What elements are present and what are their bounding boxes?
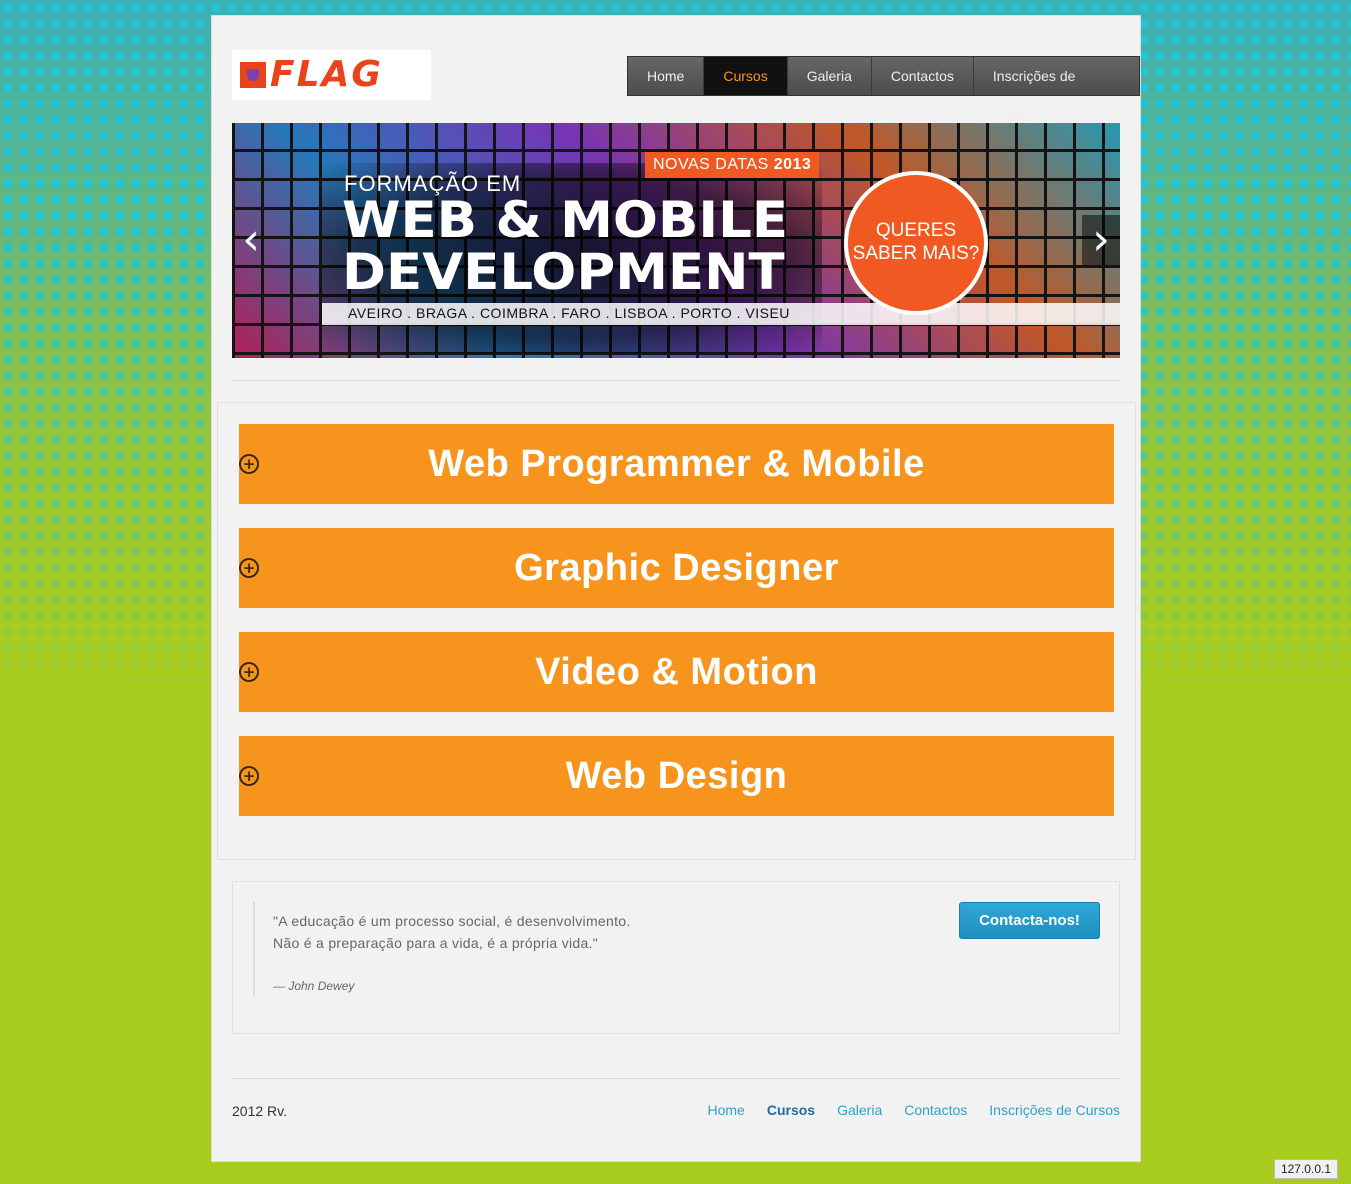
badge-prefix: NOVAS DATAS [653,156,769,173]
course-web-programmer-mobile[interactable]: + Web Programmer & Mobile [239,424,1114,504]
nav-galeria[interactable]: Galeria [787,57,872,95]
footer-navigation: Home Cursos Galeria Contactos Inscrições… [708,1102,1121,1118]
footer-link-inscricoes[interactable]: Inscrições de Cursos [989,1102,1120,1118]
footer-link-home[interactable]: Home [708,1102,745,1118]
new-dates-badge: NOVAS DATAS 2013 [645,152,820,178]
logo-text: FLAG [270,54,383,95]
divider [232,380,1120,381]
blockquote-rule [253,902,255,997]
quote-section: "A educação é um processo social, é dese… [232,881,1120,1034]
status-host-label: 127.0.0.1 [1273,1159,1338,1179]
footer-divider [232,1078,1120,1079]
footer-link-galeria[interactable]: Galeria [837,1102,882,1118]
course-title: Graphic Designer [514,547,839,589]
banner-title-line2: DEVELOPMENT [342,243,785,301]
nav-cursos[interactable]: Cursos [704,57,788,95]
quote-text: "A educação é um processo social, é dese… [273,910,631,954]
course-title: Video & Motion [535,651,818,693]
carousel-prev-icon[interactable]: ‹ [232,215,270,265]
circle-line2: SABER MAIS? [852,243,980,264]
carousel-next-icon[interactable]: › [1082,215,1120,265]
nav-contactos[interactable]: Contactos [871,57,974,95]
copyright-text: 2012 Rv. [232,1103,287,1119]
circle-line1: QUERES [875,220,957,242]
banner-cities: AVEIRO . BRAGA . COIMBRA . FARO . LISBOA… [348,305,790,321]
hero-carousel[interactable]: NOVAS DATAS 2013 FORMAÇÃO EM WEB & MOBIL… [232,123,1120,358]
nav-inscricoes[interactable]: Inscrições de Cursos [973,57,1139,122]
flag-logo[interactable]: FLAG [232,50,431,100]
badge-year: 2013 [773,156,812,173]
course-graphic-designer[interactable]: + Graphic Designer [239,528,1114,608]
footer-link-contactos[interactable]: Contactos [904,1102,967,1118]
course-video-motion[interactable]: + Video & Motion [239,632,1114,712]
quote-line1: "A educação é um processo social, é dese… [273,913,631,929]
quote-line2: Não é a preparação para a vida, é a próp… [273,935,599,951]
courses-accordion: + Web Programmer & Mobile + Graphic Desi… [217,402,1136,860]
nav-home[interactable]: Home [628,57,705,95]
more-info-circle[interactable]: QUERES SABER MAIS? [844,171,988,315]
page-container: FLAG Home Cursos Galeria Contactos Inscr… [211,15,1141,1162]
flag-logo-mark-icon [240,62,266,88]
course-web-design[interactable]: + Web Design [239,736,1114,816]
top-navigation: Home Cursos Galeria Contactos Inscrições… [627,56,1140,122]
course-title: Web Design [565,755,788,797]
footer-link-cursos[interactable]: Cursos [767,1102,815,1118]
course-title: Web Programmer & Mobile [428,443,925,485]
banner-title-line1: WEB & MOBILE [342,191,789,249]
contact-us-button[interactable]: Contacta-nos! [959,902,1100,939]
quote-author: — John Dewey [273,979,355,993]
